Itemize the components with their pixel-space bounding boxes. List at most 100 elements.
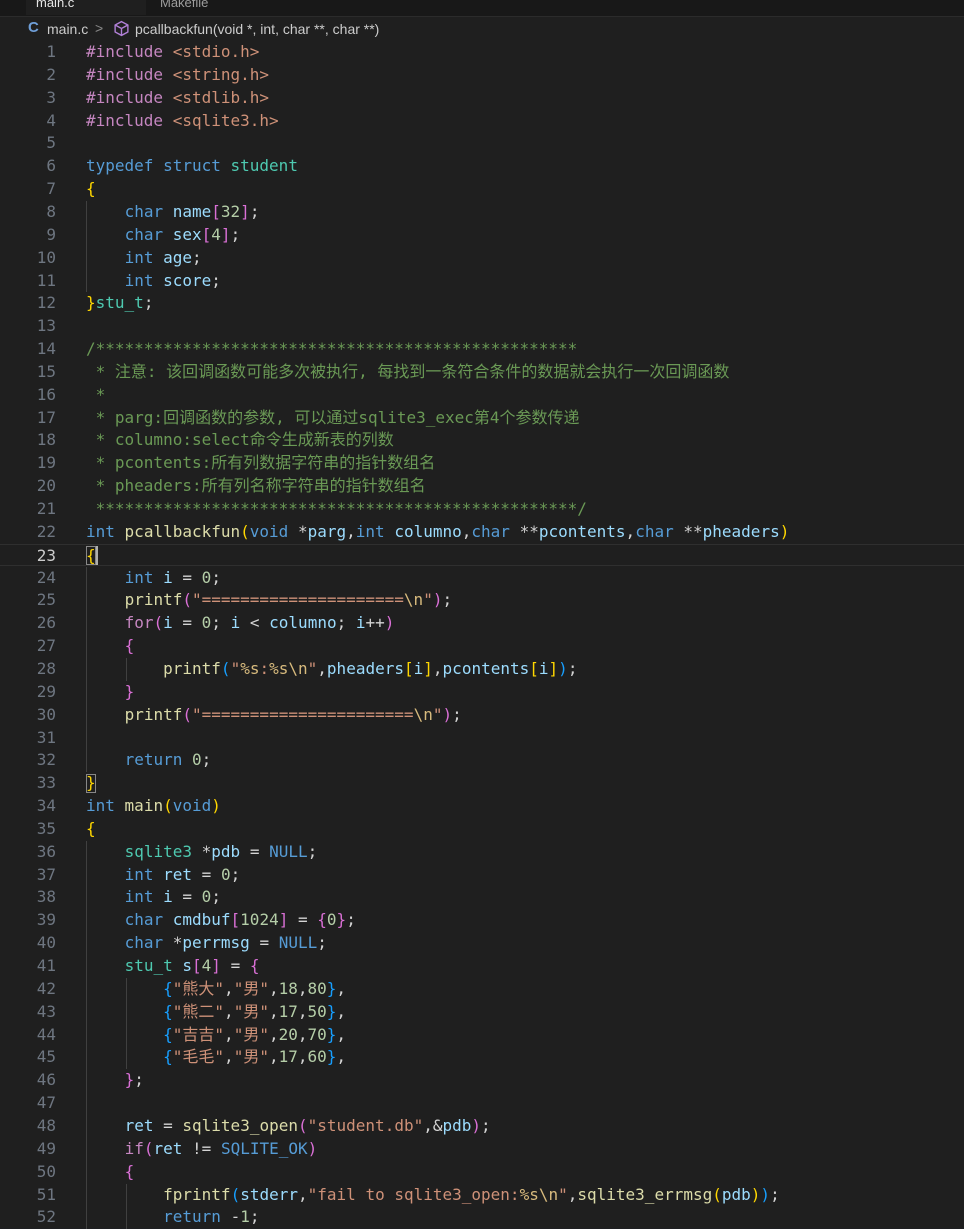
code-line[interactable]: 22int pcallbackfun(void *parg,int column… [0, 521, 964, 543]
breadcrumb-file[interactable]: main.c [47, 21, 88, 37]
line-number[interactable]: 30 [0, 704, 56, 726]
line-number[interactable]: 4 [0, 110, 56, 132]
line-number[interactable]: 42 [0, 978, 56, 1000]
line-number[interactable]: 35 [0, 818, 56, 840]
code-line[interactable]: 15 * 注意: 该回调函数可能多次被执行, 每找到一条符合条件的数据就会执行一… [0, 361, 964, 383]
code-line[interactable]: 32 return 0; [0, 749, 964, 771]
line-number[interactable]: 44 [0, 1024, 56, 1046]
line-number[interactable]: 41 [0, 955, 56, 977]
code-line[interactable]: 12}stu_t; [0, 292, 964, 314]
line-number[interactable]: 36 [0, 841, 56, 863]
code-line[interactable]: 42 {"熊大","男",18,80}, [0, 978, 964, 1000]
code-line[interactable]: 17 * parg:回调函数的参数, 可以通过sqlite3_exec第4个参数… [0, 407, 964, 429]
line-number[interactable]: 11 [0, 270, 56, 292]
code-line[interactable]: 9 char sex[4]; [0, 224, 964, 246]
line-number[interactable]: 18 [0, 429, 56, 451]
code-line[interactable]: 31 [0, 727, 964, 749]
line-number[interactable]: 24 [0, 567, 56, 589]
code-line[interactable]: 7{ [0, 178, 964, 200]
line-number[interactable]: 19 [0, 452, 56, 474]
line-number[interactable]: 10 [0, 247, 56, 269]
line-number[interactable]: 8 [0, 201, 56, 223]
line-number[interactable]: 51 [0, 1184, 56, 1206]
line-number[interactable]: 45 [0, 1046, 56, 1068]
code-line[interactable]: 11 int score; [0, 270, 964, 292]
line-number[interactable]: 52 [0, 1206, 56, 1228]
line-number[interactable]: 50 [0, 1161, 56, 1183]
line-number[interactable]: 34 [0, 795, 56, 817]
code-line[interactable]: 50 { [0, 1161, 964, 1183]
line-number[interactable]: 13 [0, 315, 56, 337]
line-number[interactable]: 27 [0, 635, 56, 657]
code-line[interactable]: 13 [0, 315, 964, 337]
line-number[interactable]: 23 [0, 545, 56, 567]
line-number[interactable]: 25 [0, 589, 56, 611]
code-line[interactable]: 35{ [0, 818, 964, 840]
code-line[interactable]: 43 {"熊二","男",17,50}, [0, 1001, 964, 1023]
code-line[interactable]: 23{ [0, 544, 964, 566]
code-line[interactable]: 37 int ret = 0; [0, 864, 964, 886]
line-number[interactable]: 38 [0, 886, 56, 908]
breadcrumb-symbol[interactable]: pcallbackfun(void *, int, char **, char … [135, 21, 379, 37]
line-number[interactable]: 40 [0, 932, 56, 954]
line-number[interactable]: 26 [0, 612, 56, 634]
code-editor[interactable]: 1#include <stdio.h>2#include <string.h>3… [0, 41, 964, 1228]
code-line[interactable]: 49 if(ret != SQLITE_OK) [0, 1138, 964, 1160]
code-line[interactable]: 27 { [0, 635, 964, 657]
line-number[interactable]: 2 [0, 64, 56, 86]
line-number[interactable]: 7 [0, 178, 56, 200]
line-number[interactable]: 15 [0, 361, 56, 383]
code-line[interactable]: 6typedef struct student [0, 155, 964, 177]
line-number[interactable]: 21 [0, 498, 56, 520]
code-line[interactable]: 2#include <string.h> [0, 64, 964, 86]
code-line[interactable]: 25 printf("=====================\n"); [0, 589, 964, 611]
line-number[interactable]: 39 [0, 909, 56, 931]
line-number[interactable]: 33 [0, 772, 56, 794]
line-number[interactable]: 5 [0, 132, 56, 154]
code-line[interactable]: 47 [0, 1092, 964, 1114]
line-number[interactable]: 43 [0, 1001, 56, 1023]
line-number[interactable]: 22 [0, 521, 56, 543]
line-number[interactable]: 14 [0, 338, 56, 360]
code-line[interactable]: 33} [0, 772, 964, 794]
code-line[interactable]: 44 {"吉吉","男",20,70}, [0, 1024, 964, 1046]
line-number[interactable]: 28 [0, 658, 56, 680]
code-line[interactable]: 5 [0, 132, 964, 154]
code-line[interactable]: 24 int i = 0; [0, 567, 964, 589]
line-number[interactable]: 12 [0, 292, 56, 314]
code-line[interactable]: 30 printf("======================\n"); [0, 704, 964, 726]
code-line[interactable]: 4#include <sqlite3.h> [0, 110, 964, 132]
line-number[interactable]: 31 [0, 727, 56, 749]
line-number[interactable]: 37 [0, 864, 56, 886]
tab-main-c[interactable]: main.c [26, 0, 146, 15]
line-number[interactable]: 47 [0, 1092, 56, 1114]
code-line[interactable]: 45 {"毛毛","男",17,60}, [0, 1046, 964, 1068]
line-number[interactable]: 3 [0, 87, 56, 109]
code-line[interactable]: 36 sqlite3 *pdb = NULL; [0, 841, 964, 863]
code-line[interactable]: 14/*************************************… [0, 338, 964, 360]
code-line[interactable]: 41 stu_t s[4] = { [0, 955, 964, 977]
code-line[interactable]: 8 char name[32]; [0, 201, 964, 223]
tab-makefile[interactable]: Makefile [150, 0, 270, 15]
code-line[interactable]: 46 }; [0, 1069, 964, 1091]
code-line[interactable]: 34int main(void) [0, 795, 964, 817]
code-line[interactable]: 1#include <stdio.h> [0, 41, 964, 63]
code-line[interactable]: 10 int age; [0, 247, 964, 269]
code-line[interactable]: 51 fprintf(stderr,"fail to sqlite3_open:… [0, 1184, 964, 1206]
code-line[interactable]: 28 printf("%s:%s\n",pheaders[i],pcontent… [0, 658, 964, 680]
code-line[interactable]: 39 char cmdbuf[1024] = {0}; [0, 909, 964, 931]
code-line[interactable]: 40 char *perrmsg = NULL; [0, 932, 964, 954]
line-number[interactable]: 29 [0, 681, 56, 703]
code-line[interactable]: 52 return -1; [0, 1206, 964, 1228]
code-line[interactable]: 38 int i = 0; [0, 886, 964, 908]
code-line[interactable]: 16 * [0, 384, 964, 406]
line-number[interactable]: 32 [0, 749, 56, 771]
line-number[interactable]: 48 [0, 1115, 56, 1137]
line-number[interactable]: 46 [0, 1069, 56, 1091]
line-number[interactable]: 9 [0, 224, 56, 246]
code-line[interactable]: 19 * pcontents:所有列数据字符串的指针数组名 [0, 452, 964, 474]
code-line[interactable]: 29 } [0, 681, 964, 703]
code-line[interactable]: 18 * columno:select命令生成新表的列数 [0, 429, 964, 451]
code-line[interactable]: 48 ret = sqlite3_open("student.db",&pdb)… [0, 1115, 964, 1137]
line-number[interactable]: 17 [0, 407, 56, 429]
